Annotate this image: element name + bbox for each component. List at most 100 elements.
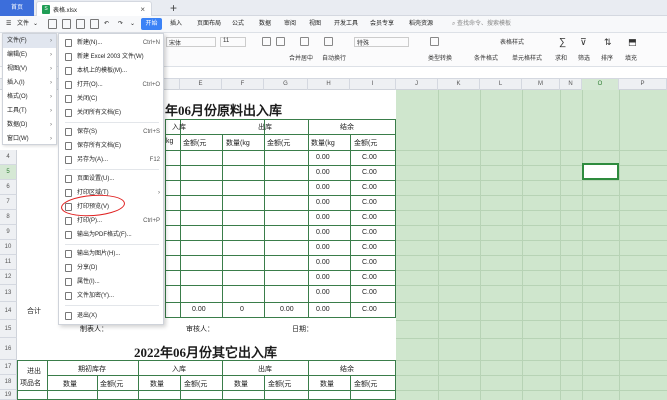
chevron-down-icon[interactable]: ⌄ (33, 19, 38, 30)
fill-label[interactable]: 填充 (625, 53, 637, 62)
save-icon[interactable] (48, 19, 57, 29)
menu-item-share[interactable]: 分享(D) (59, 262, 165, 274)
menu-formula[interactable]: 公式 (232, 19, 244, 30)
sum-label[interactable]: 求和 (555, 53, 567, 62)
menu-item-save-as[interactable]: 另存为(A)... F12 (59, 154, 165, 166)
filter-label[interactable]: 筛选 (578, 53, 590, 62)
menu-item-encrypt[interactable]: 文件加密(Y)... (59, 290, 165, 302)
font-family-select[interactable]: 宋体 (166, 37, 216, 47)
col-header-o[interactable]: O (582, 79, 619, 90)
menu-item-page-setup[interactable]: 页面设置(U)... (59, 173, 165, 185)
new-tab-button[interactable]: + (170, 0, 177, 16)
conditional-format-label[interactable]: 条件格式 (474, 53, 498, 62)
row-header[interactable]: 19 (0, 390, 17, 400)
side-menu-window[interactable]: 窗口(W) › (3, 132, 56, 146)
menu-item-new[interactable]: 新建(N)... Ctrl+N (59, 37, 165, 49)
col-header-g[interactable]: G (264, 79, 308, 90)
side-menu-view[interactable]: 视图(V) › (3, 62, 56, 76)
redo-icon[interactable]: ↷ (118, 19, 123, 30)
row-header[interactable]: 10 (0, 240, 17, 255)
hamburger-icon[interactable]: ☰ (6, 19, 11, 30)
type-convert-label[interactable]: 类型转换 (428, 53, 452, 62)
col-header-l[interactable]: L (480, 79, 522, 90)
row-header[interactable]: 14 (0, 302, 17, 320)
close-icon[interactable]: × (140, 5, 145, 14)
col-header-e[interactable]: E (180, 79, 222, 90)
col-header-h[interactable]: H (308, 79, 350, 90)
filter-icon[interactable]: ⊽ (580, 37, 587, 48)
selected-cell-o5[interactable] (582, 163, 619, 180)
menu-item-new-excel2003[interactable]: 新建 Excel 2003 文件(W) (59, 51, 165, 63)
wrap-text-icon[interactable] (324, 37, 333, 46)
col-header-n[interactable]: N (560, 79, 582, 90)
conditional-format-icon[interactable] (430, 37, 439, 46)
row-header[interactable]: 8 (0, 210, 17, 225)
merge-center-label[interactable]: 合并居中 (289, 53, 313, 62)
row-header[interactable]: 13 (0, 285, 17, 302)
menu-start[interactable]: 开始 (141, 18, 162, 30)
menu-item-print[interactable]: 打印(P)... Ctrl+P (59, 215, 165, 227)
align-top-icon[interactable] (262, 37, 271, 46)
tab-home[interactable]: 首页 (0, 0, 34, 16)
col-header-k[interactable]: K (438, 79, 480, 90)
cell-style-label[interactable]: 单元格样式 (512, 53, 542, 62)
menu-dev-tools[interactable]: 开发工具 (334, 19, 358, 30)
row-header[interactable]: 16 (0, 338, 17, 360)
preview-icon[interactable] (76, 19, 85, 29)
col-header-m[interactable]: M (522, 79, 560, 90)
side-menu-data[interactable]: 数据(D) › (3, 118, 56, 132)
side-menu-tools[interactable]: 工具(T) › (3, 104, 56, 118)
sort-label[interactable]: 排序 (601, 53, 613, 62)
row-header[interactable]: 15 (0, 320, 17, 338)
row-header[interactable]: 17 (0, 360, 17, 375)
menu-item-close[interactable]: 关闭(C) (59, 93, 165, 105)
row-header[interactable]: 9 (0, 225, 17, 240)
align-middle-icon[interactable] (276, 37, 285, 46)
search-command[interactable]: ⌕ 查找命令、搜索模板 (452, 19, 511, 30)
menu-insert[interactable]: 插入 (170, 19, 182, 30)
menu-item-local-template[interactable]: 本机上的模板(M)... (59, 65, 165, 77)
row-header[interactable]: 5 (0, 165, 17, 180)
menu-item-properties[interactable]: 属性(I)... (59, 276, 165, 288)
row-header[interactable]: 6 (0, 180, 17, 195)
menu-member[interactable]: 会员专享 (370, 19, 394, 30)
menu-item-exit[interactable]: 退出(X) (59, 310, 165, 322)
menu-item-save-all[interactable]: 保存所有文档(E) (59, 140, 165, 152)
menu-item-export-pdf[interactable]: 输出为PDF格式(F)... (59, 229, 165, 241)
merge-center-icon[interactable] (300, 37, 309, 46)
col-header-j[interactable]: J (396, 79, 438, 90)
menu-docer[interactable]: 稻壳资源 (409, 19, 433, 30)
undo-icon[interactable]: ↶ (104, 19, 109, 30)
row-header[interactable]: 18 (0, 375, 17, 390)
font-size-select[interactable]: 11 (220, 37, 246, 47)
side-menu-insert[interactable]: 插入(I) › (3, 76, 56, 90)
menu-data[interactable]: 数据 (259, 19, 271, 30)
wrap-text-label[interactable]: 自动换行 (322, 53, 346, 62)
chevron-down-icon[interactable]: ⌄ (130, 19, 135, 30)
row-header[interactable]: 7 (0, 195, 17, 210)
tab-file[interactable]: S 表格.xlsx × (36, 1, 152, 16)
col-header-i[interactable]: I (350, 79, 396, 90)
side-menu-edit[interactable]: 编辑(E) › (3, 48, 56, 62)
export-icon[interactable] (90, 19, 99, 29)
menu-item-export-image[interactable]: 输出为图片(H)... (59, 248, 165, 260)
print-icon[interactable] (62, 19, 71, 29)
fill-icon[interactable]: ⬒ (628, 37, 637, 48)
sort-icon[interactable]: ⇅ (604, 37, 612, 48)
col-header-p[interactable]: P (619, 79, 667, 90)
sum-icon[interactable]: ∑ (559, 37, 566, 48)
row-header[interactable]: 11 (0, 255, 17, 270)
menu-page-layout[interactable]: 页面布局 (197, 19, 221, 30)
menu-file[interactable]: 文件 (17, 19, 29, 30)
menu-view[interactable]: 视图 (309, 19, 321, 30)
side-menu-file[interactable]: 文件(F) › (3, 34, 56, 48)
menu-item-open[interactable]: 打开(O)... Ctrl+O (59, 79, 165, 91)
table-style-label[interactable]: 表格样式 (500, 37, 524, 46)
number-format-select[interactable]: 特殊 (354, 37, 409, 47)
col-header-f[interactable]: F (222, 79, 264, 90)
side-menu-format[interactable]: 格式(O) › (3, 90, 56, 104)
row-header[interactable]: 4 (0, 150, 17, 165)
menu-item-save[interactable]: 保存(S) Ctrl+S (59, 126, 165, 138)
row-header[interactable]: 12 (0, 270, 17, 285)
menu-review[interactable]: 审阅 (284, 19, 296, 30)
